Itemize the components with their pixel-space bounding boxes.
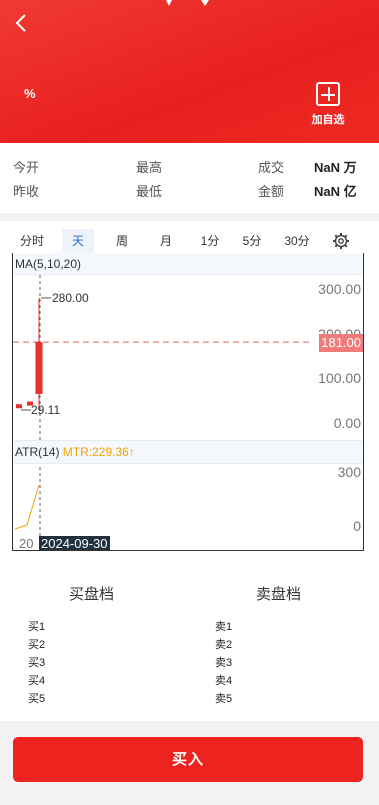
buy-button[interactable]: 买入 <box>13 737 363 782</box>
buy-level: 买2 <box>28 639 46 651</box>
high-label: 最高 <box>136 160 163 175</box>
order-book: 买盘档 卖盘档 买1 买2 买3 买4 买5 卖1 卖2 卖3 卖4 卖5 <box>0 569 379 721</box>
settings-gear-icon[interactable] <box>332 232 350 250</box>
volume-label: 成交 <box>258 160 285 175</box>
buy-level: 买1 <box>28 621 46 633</box>
sell-level: 卖5 <box>215 693 233 705</box>
buy-book-title: 买盘档 <box>69 586 115 603</box>
y-tick-label: 300.00 <box>318 281 361 297</box>
plus-square-icon <box>316 82 340 106</box>
tab-month[interactable]: 月 <box>150 229 182 253</box>
sell-level: 卖4 <box>215 675 233 687</box>
kline-card: 分时 天 周 月 1分 5分 30分 MA(5,10,20) 280.00 29.… <box>0 221 379 569</box>
atr-indicator-bar: ATR(14) MTR:229.36↑ <box>13 440 363 464</box>
atr-tick-label: 0 <box>353 518 361 534</box>
y-tick-label: 0.00 <box>333 415 361 431</box>
sell-level: 卖2 <box>215 639 233 651</box>
tab-week[interactable]: 周 <box>106 229 138 253</box>
amount-value: NaN 亿 <box>314 184 357 199</box>
quote-header: % 加自选 <box>0 0 379 143</box>
open-label: 今开 <box>13 160 40 175</box>
kline-svg: 280.00 29.11 <box>13 275 313 550</box>
change-percent: % <box>24 86 36 101</box>
sell-level: 卖1 <box>215 621 233 633</box>
tab-5min[interactable]: 5分 <box>236 229 268 253</box>
buy-level: 买5 <box>28 693 46 705</box>
sell-level: 卖3 <box>215 657 233 669</box>
tab-day[interactable]: 天 <box>62 229 94 253</box>
tab-1min[interactable]: 1分 <box>194 229 226 253</box>
amount-label: 金额 <box>258 184 285 199</box>
atr-tick-label: 300 <box>337 464 361 480</box>
kline-plot[interactable]: MA(5,10,20) 280.0029.11 300.00 200.00 10… <box>12 253 364 551</box>
volume-value: NaN 万 <box>314 160 357 175</box>
low-label: 最低 <box>136 184 163 199</box>
stock-logo-icon <box>166 0 209 6</box>
back-button[interactable] <box>12 10 34 36</box>
y-tick-label: 100.00 <box>318 370 361 386</box>
add-favorite-button[interactable]: 加自选 <box>306 82 350 128</box>
atr-series-line <box>14 484 40 530</box>
x-date-tag: 2024-09-30 <box>39 536 110 551</box>
atr-label: ATR(14) <box>15 445 60 459</box>
tab-30min[interactable]: 30分 <box>278 229 316 253</box>
candle-body <box>35 342 43 394</box>
min-price-label: 29.11 <box>31 403 60 417</box>
buy-level: 买3 <box>28 657 46 669</box>
buy-level: 买4 <box>28 675 46 687</box>
mtr-value: MTR:229.36↑ <box>62 445 135 459</box>
x-year-label: 20 <box>19 536 34 551</box>
sell-book-title: 卖盘档 <box>256 586 302 603</box>
current-price-tag: 181.00 <box>319 334 363 352</box>
tab-timeshare[interactable]: 分时 <box>12 229 52 253</box>
candle-body <box>16 404 22 409</box>
quote-stats: 今开 昨收 最高 最低 成交 金额 NaN 万 NaN 亿 <box>0 143 379 213</box>
period-tabs: 分时 天 周 月 1分 5分 30分 <box>12 229 364 253</box>
prev-close-label: 昨收 <box>13 184 40 199</box>
chevron-left-icon <box>15 14 26 32</box>
max-price-label: 280.00 <box>52 291 89 305</box>
add-favorite-label: 加自选 <box>311 114 345 126</box>
